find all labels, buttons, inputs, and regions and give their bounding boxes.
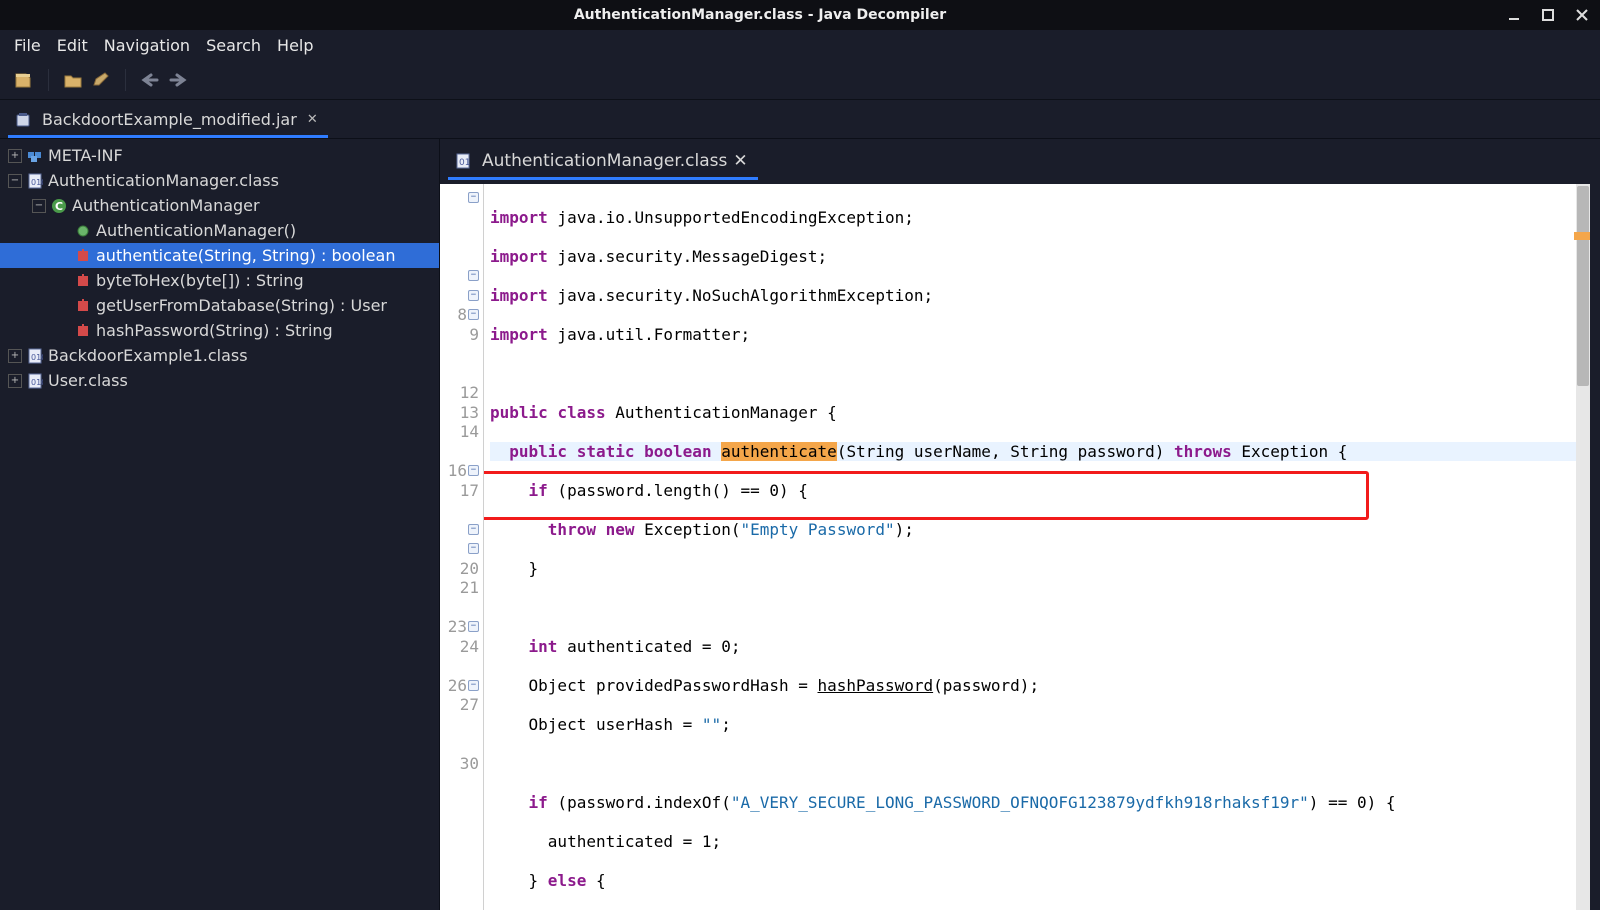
tree-label: META-INF xyxy=(48,146,123,165)
menu-bar: File Edit Navigation Search Help xyxy=(0,30,1600,60)
tree-label: hashPassword(String) : String xyxy=(96,321,333,340)
edit-icon[interactable] xyxy=(89,68,113,92)
toolbar-separator xyxy=(125,69,126,91)
tree-item[interactable]: +010 BackdoorExample1.class xyxy=(0,343,439,368)
class-file-icon: 010 xyxy=(26,172,44,190)
close-icon[interactable]: ✕ xyxy=(733,151,747,171)
fold-toggle[interactable]: − xyxy=(468,270,479,281)
method-icon xyxy=(74,272,92,290)
fold-toggle[interactable]: − xyxy=(468,621,479,632)
maximize-button[interactable] xyxy=(1538,5,1558,25)
package-explorer[interactable]: +META-INF−010AuthenticationManager.class… xyxy=(0,139,440,910)
tree-item[interactable]: hashPassword(String) : String xyxy=(0,318,439,343)
scrollbar[interactable] xyxy=(1576,184,1590,910)
forward-icon[interactable] xyxy=(166,68,190,92)
editor-tab[interactable]: 010 AuthenticationManager.class ✕ xyxy=(448,145,758,180)
new-file-icon[interactable] xyxy=(12,68,36,92)
open-file-icon[interactable] xyxy=(61,68,85,92)
fold-toggle[interactable]: − xyxy=(468,192,479,203)
search-marker xyxy=(1574,232,1590,240)
expand-toggle[interactable]: − xyxy=(32,199,46,213)
tree-item[interactable]: byteToHex(byte[]) : String xyxy=(0,268,439,293)
tree-label: authenticate(String, String) : boolean xyxy=(96,246,395,265)
menu-file[interactable]: File xyxy=(8,34,47,57)
toolbar-separator xyxy=(48,69,49,91)
jar-icon xyxy=(14,111,32,129)
close-icon[interactable]: ✕ xyxy=(307,112,318,127)
fold-toggle[interactable]: − xyxy=(468,290,479,301)
expand-toggle[interactable]: + xyxy=(8,349,22,363)
line-number-gutter: −−−8−912131416−17−−202123−2426−2730 xyxy=(440,184,484,910)
main-panel: +META-INF−010AuthenticationManager.class… xyxy=(0,138,1600,910)
menu-help[interactable]: Help xyxy=(271,34,319,57)
expand-toggle[interactable]: − xyxy=(8,174,22,188)
menu-navigation[interactable]: Navigation xyxy=(98,34,196,57)
expand-toggle[interactable]: + xyxy=(8,149,22,163)
menu-search[interactable]: Search xyxy=(200,34,267,57)
tree-item[interactable]: getUserFromDatabase(String) : User xyxy=(0,293,439,318)
class-file-icon: 010 xyxy=(454,152,472,170)
package-icon xyxy=(26,147,44,165)
tree-label: AuthenticationManager.class xyxy=(48,171,279,190)
close-button[interactable] xyxy=(1572,5,1592,25)
fold-toggle[interactable]: − xyxy=(468,465,479,476)
svg-text:010: 010 xyxy=(459,158,471,168)
editor-tab-label: AuthenticationManager.class xyxy=(482,151,727,171)
scrollbar-thumb[interactable] xyxy=(1577,186,1589,386)
toolbar xyxy=(0,60,1600,100)
svg-text:010: 010 xyxy=(31,378,43,387)
svg-text:010: 010 xyxy=(31,178,43,187)
tree-label: User.class xyxy=(48,371,128,390)
window-title: AuthenticationManager.class - Java Decom… xyxy=(30,7,1490,23)
editor-tab-strip: 010 AuthenticationManager.class ✕ xyxy=(440,139,1600,180)
tree-item[interactable]: + META-INF xyxy=(0,143,439,168)
method-icon xyxy=(74,322,92,340)
method-icon xyxy=(74,297,92,315)
expand-toggle[interactable]: + xyxy=(8,374,22,388)
svg-text:C: C xyxy=(55,200,63,213)
jar-tab-strip: BackdoortExample_modified.jar ✕ xyxy=(0,100,1600,138)
back-icon[interactable] xyxy=(138,68,162,92)
tree-label: getUserFromDatabase(String) : User xyxy=(96,296,387,315)
tree-item[interactable]: AuthenticationManager() xyxy=(0,218,439,243)
fold-toggle[interactable]: − xyxy=(468,524,479,535)
editor-area: 010 AuthenticationManager.class ✕ −−−8−9… xyxy=(440,139,1600,910)
tree-label: AuthenticationManager xyxy=(72,196,260,215)
tree-item[interactable]: authenticate(String, String) : boolean xyxy=(0,243,439,268)
class-file-icon: 010 xyxy=(26,372,44,390)
code-editor[interactable]: −−−8−912131416−17−−202123−2426−2730 impo… xyxy=(440,184,1590,910)
jar-tab[interactable]: BackdoortExample_modified.jar ✕ xyxy=(8,104,328,138)
tree-item[interactable]: +010 User.class xyxy=(0,368,439,393)
fold-toggle[interactable]: − xyxy=(468,309,479,320)
tree-label: BackdoorExample1.class xyxy=(48,346,248,365)
class-file-icon: 010 xyxy=(26,347,44,365)
minimize-button[interactable] xyxy=(1504,5,1524,25)
code-content[interactable]: import java.io.UnsupportedEncodingExcept… xyxy=(484,184,1576,910)
method-icon xyxy=(74,247,92,265)
window-title-bar: AuthenticationManager.class - Java Decom… xyxy=(0,0,1600,30)
class-icon: C xyxy=(50,197,68,215)
ctor-icon xyxy=(74,222,92,240)
tree-label: AuthenticationManager() xyxy=(96,221,296,240)
tree-label: byteToHex(byte[]) : String xyxy=(96,271,304,290)
jar-tab-label: BackdoortExample_modified.jar xyxy=(42,110,297,129)
fold-toggle[interactable]: − xyxy=(468,680,479,691)
tree-item[interactable]: −C AuthenticationManager xyxy=(0,193,439,218)
fold-toggle[interactable]: − xyxy=(468,543,479,554)
menu-edit[interactable]: Edit xyxy=(51,34,94,57)
tree-item[interactable]: −010 AuthenticationManager.class xyxy=(0,168,439,193)
svg-text:010: 010 xyxy=(31,353,43,362)
